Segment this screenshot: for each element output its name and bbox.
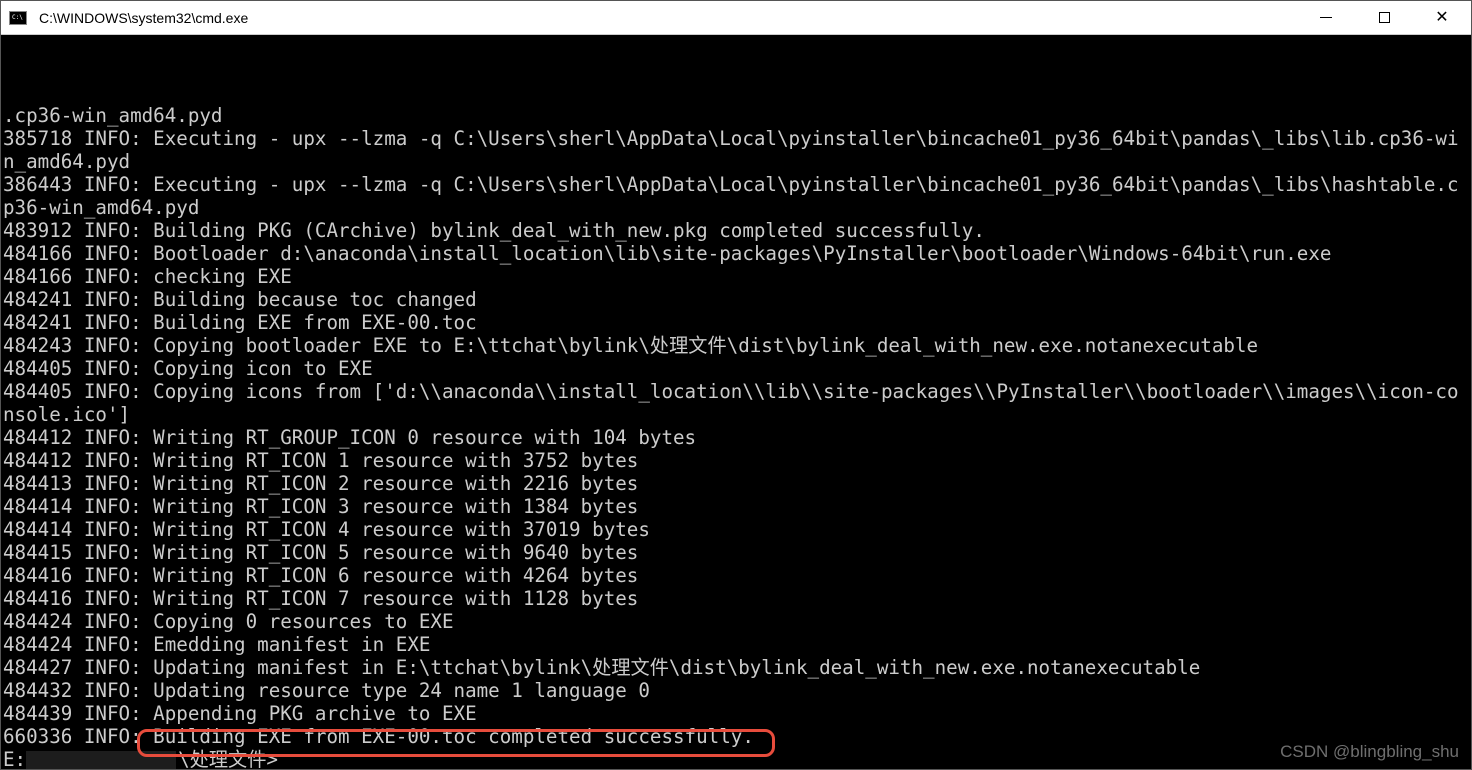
terminal-line: 484414 INFO: Writing RT_ICON 4 resource … <box>3 518 1469 541</box>
watermark: CSDN @blingbling_shu <box>1280 740 1459 763</box>
terminal-line: 484416 INFO: Writing RT_ICON 7 resource … <box>3 587 1469 610</box>
terminal-line: 484243 INFO: Copying bootloader EXE to E… <box>3 334 1469 357</box>
window-controls: ✕ <box>1297 1 1471 34</box>
terminal-line: 484405 INFO: Copying icons from ['d:\\an… <box>3 380 1469 426</box>
terminal-line: 484427 INFO: Updating manifest in E:\ttc… <box>3 656 1469 679</box>
titlebar[interactable]: C:\WINDOWS\system32\cmd.exe ✕ <box>1 1 1471 35</box>
terminal-line: 484166 INFO: checking EXE <box>3 265 1469 288</box>
close-button[interactable]: ✕ <box>1413 1 1471 34</box>
terminal-line: 484241 INFO: Building because toc change… <box>3 288 1469 311</box>
terminal-line: 484424 INFO: Copying 0 resources to EXE <box>3 610 1469 633</box>
terminal-output[interactable]: .cp36-win_amd64.pyd385718 INFO: Executin… <box>1 35 1471 769</box>
terminal-line: 484405 INFO: Copying icon to EXE <box>3 357 1469 380</box>
terminal-line: 660336 INFO: Building EXE from EXE-00.to… <box>3 725 1469 748</box>
terminal-line: 484412 INFO: Writing RT_GROUP_ICON 0 res… <box>3 426 1469 449</box>
terminal-line: 484439 INFO: Appending PKG archive to EX… <box>3 702 1469 725</box>
app-icon-wrap <box>1 1 35 35</box>
minimize-button[interactable] <box>1297 1 1355 34</box>
terminal-line: 386443 INFO: Executing - upx --lzma -q C… <box>3 173 1469 219</box>
cmd-window: C:\WINDOWS\system32\cmd.exe ✕ .cp36-win_… <box>0 0 1472 770</box>
terminal-line: 484424 INFO: Emedding manifest in EXE <box>3 633 1469 656</box>
close-icon: ✕ <box>1435 10 1448 26</box>
maximize-icon <box>1379 12 1390 23</box>
terminal-line: 484413 INFO: Writing RT_ICON 2 resource … <box>3 472 1469 495</box>
redacted-path <box>26 751 176 770</box>
terminal-line: 483912 INFO: Building PKG (CArchive) byl… <box>3 219 1469 242</box>
terminal-line: 484432 INFO: Updating resource type 24 n… <box>3 679 1469 702</box>
terminal-line: 484416 INFO: Writing RT_ICON 6 resource … <box>3 564 1469 587</box>
prompt-drive: E: <box>3 748 26 769</box>
prompt-path: \处理文件> <box>178 748 278 769</box>
terminal-line: 484415 INFO: Writing RT_ICON 5 resource … <box>3 541 1469 564</box>
minimize-icon <box>1320 17 1332 18</box>
terminal-line: 385718 INFO: Executing - upx --lzma -q C… <box>3 127 1469 173</box>
cmd-icon <box>9 11 27 25</box>
terminal-prompt[interactable]: E: \处理文件> <box>3 748 1469 769</box>
window-title: C:\WINDOWS\system32\cmd.exe <box>35 10 1297 26</box>
terminal-line: 484166 INFO: Bootloader d:\anaconda\inst… <box>3 242 1469 265</box>
terminal-line: 484241 INFO: Building EXE from EXE-00.to… <box>3 311 1469 334</box>
terminal-line: 484412 INFO: Writing RT_ICON 1 resource … <box>3 449 1469 472</box>
terminal-line: .cp36-win_amd64.pyd <box>3 104 1469 127</box>
maximize-button[interactable] <box>1355 1 1413 34</box>
terminal-line: 484414 INFO: Writing RT_ICON 3 resource … <box>3 495 1469 518</box>
